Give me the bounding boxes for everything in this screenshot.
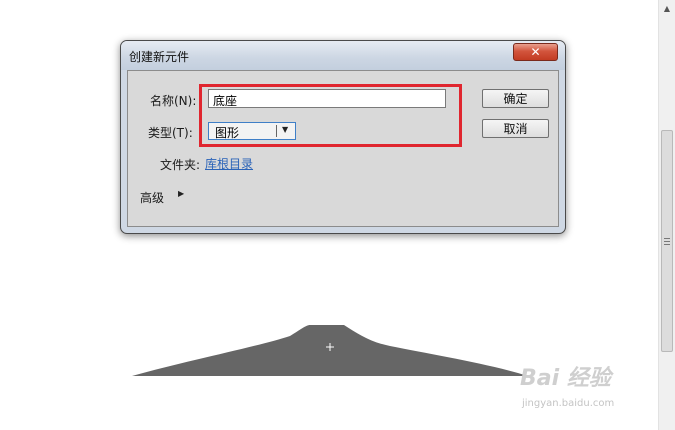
dialog-title: 创建新元件 [129,50,190,64]
close-icon: ✕ [530,45,541,59]
library-root-link[interactable]: 库根目录 [205,155,253,172]
dialog-body: 名称(N): 底座 类型(T): 图形 ▼ 文件夹: 库根目录 高级 ▶ 确定 … [127,70,559,227]
ok-button[interactable]: 确定 [482,89,549,108]
scrollbar-thumb[interactable] [661,130,673,352]
create-symbol-dialog: 创建新元件 ✕ 名称(N): 底座 类型(T): 图形 ▼ 文件夹: 库根目录 … [120,40,566,234]
watermark-url: jingyan.baidu.com [522,398,615,409]
stage-canvas[interactable]: 创建新元件 ✕ 名称(N): 底座 类型(T): 图形 ▼ 文件夹: 库根目录 … [0,0,658,430]
annotation-highlight-box [199,84,462,147]
close-button[interactable]: ✕ [513,43,558,61]
baidu-watermark: Bai 经验 jingyan.baidu.com [520,360,660,415]
dialog-titlebar[interactable]: 创建新元件 ✕ [121,41,565,70]
expand-arrow-icon[interactable]: ▶ [178,189,184,198]
name-label: 名称(N): [150,94,197,108]
vertical-scrollbar[interactable]: ▲ [658,0,675,430]
type-label: 类型(T): [148,126,193,140]
cancel-button[interactable]: 取消 [482,119,549,138]
watermark-brand: Bai 经验 [520,366,611,391]
advanced-toggle[interactable]: 高级 [140,189,164,206]
scroll-up-arrow-icon[interactable]: ▲ [659,0,675,16]
base-shape[interactable] [130,320,530,380]
folder-label: 文件夹: [160,158,201,172]
grip-icon [664,237,670,245]
